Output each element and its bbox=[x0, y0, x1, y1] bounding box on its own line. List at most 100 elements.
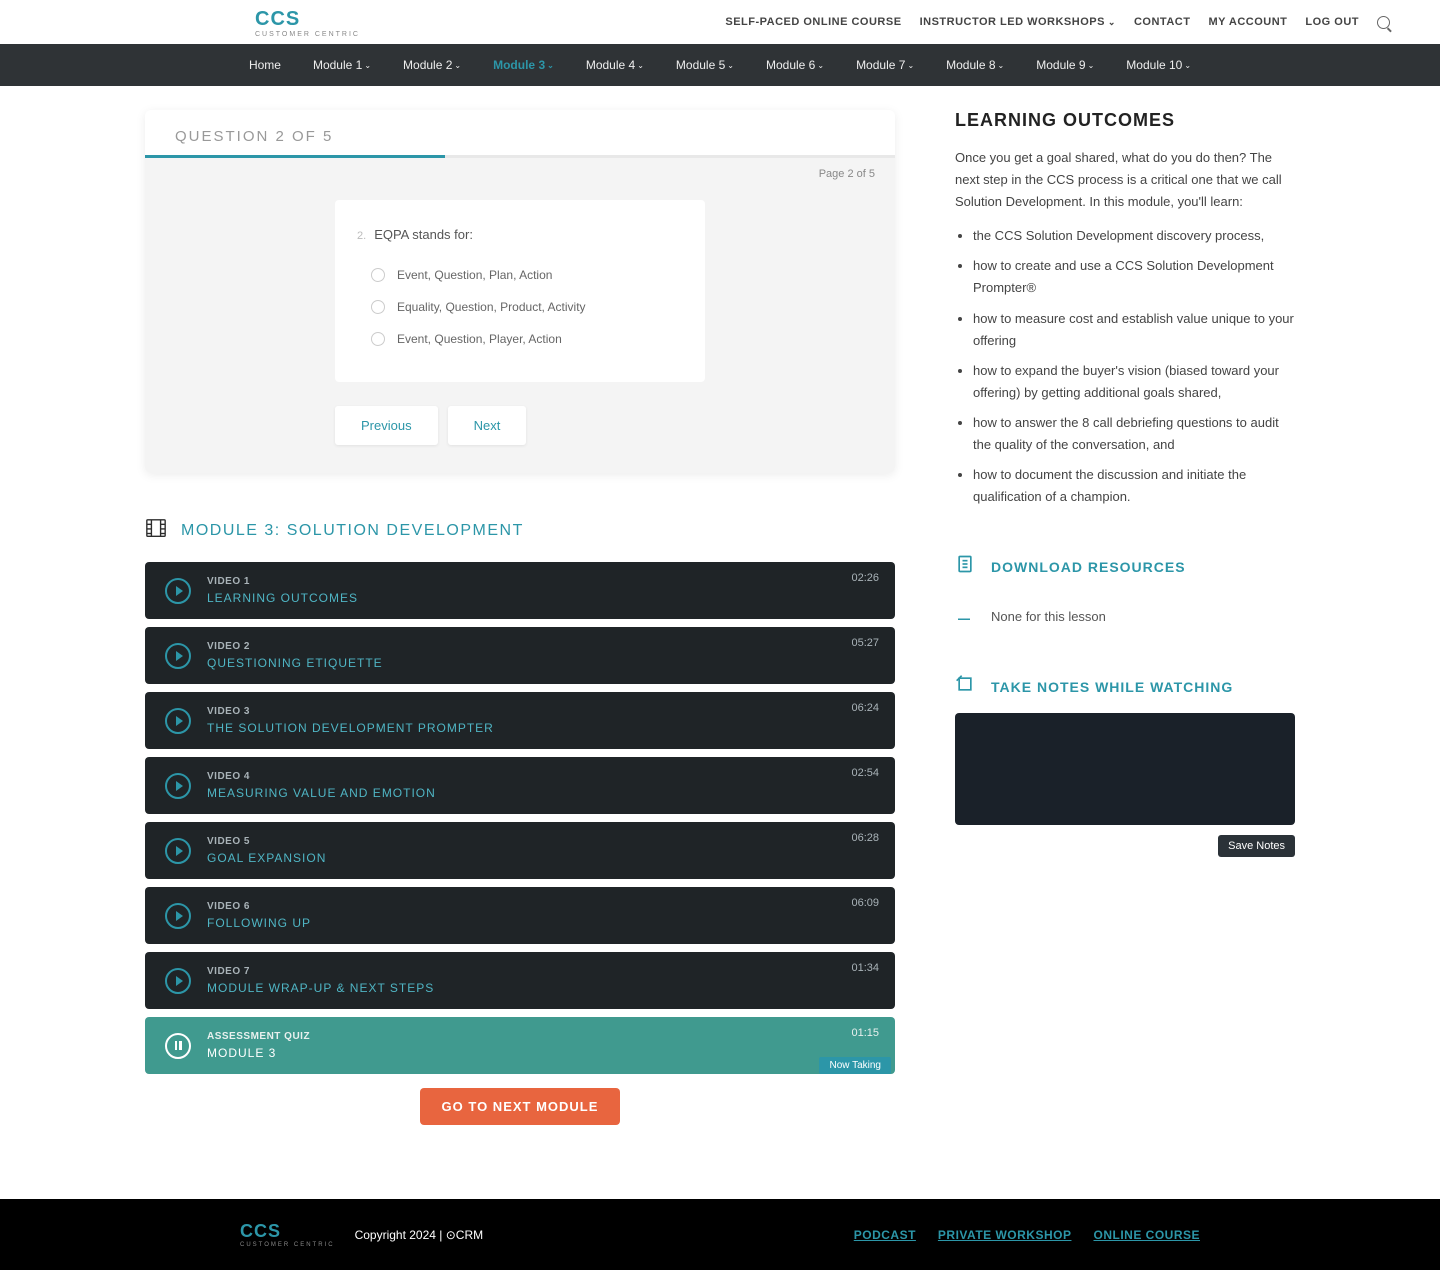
document-icon bbox=[955, 554, 975, 579]
option-1[interactable]: Event, Question, Plan, Action bbox=[371, 268, 683, 282]
module-nav-1[interactable]: Module 1⌄ bbox=[313, 58, 371, 72]
option-2[interactable]: Equality, Question, Product, Activity bbox=[371, 300, 683, 314]
video-time: 06:24 bbox=[851, 702, 879, 714]
module-title: MODULE 3: SOLUTION DEVELOPMENT bbox=[181, 522, 524, 540]
play-icon bbox=[165, 903, 191, 929]
outcome-item: how to document the discussion and initi… bbox=[973, 464, 1295, 508]
play-icon bbox=[165, 838, 191, 864]
chevron-down-icon: ⌄ bbox=[547, 61, 554, 70]
footer: CCS CUSTOMER CENTRIC Copyright 2024 | ⊙C… bbox=[0, 1199, 1440, 1270]
video-time: 02:26 bbox=[851, 572, 879, 584]
video-name: THE SOLUTION DEVELOPMENT PROMPTER bbox=[207, 721, 875, 735]
play-icon bbox=[165, 578, 191, 604]
next-module-button[interactable]: GO TO NEXT MODULE bbox=[420, 1088, 621, 1125]
video-name: LEARNING OUTCOMES bbox=[207, 591, 875, 605]
video-item-4[interactable]: VIDEO 4 MEASURING VALUE AND EMOTION 02:54 bbox=[145, 757, 895, 814]
previous-button[interactable]: Previous bbox=[335, 406, 438, 445]
video-time: 02:54 bbox=[851, 767, 879, 779]
logo[interactable]: CCS CUSTOMER CENTRIC bbox=[255, 8, 360, 38]
footer-podcast-link[interactable]: PODCAST bbox=[854, 1228, 916, 1242]
quiz-card: QUESTION 2 OF 5 Page 2 of 5 2.EQPA stand… bbox=[145, 110, 895, 473]
module-nav: Home Module 1⌄ Module 2⌄ Module 3⌄ Modul… bbox=[0, 44, 1440, 86]
chevron-down-icon: ⌄ bbox=[1184, 61, 1191, 70]
chevron-down-icon: ⌄ bbox=[454, 61, 461, 70]
play-icon bbox=[165, 708, 191, 734]
outcomes-intro: Once you get a goal shared, what do you … bbox=[955, 147, 1295, 213]
video-label: VIDEO 4 bbox=[207, 771, 875, 782]
next-button[interactable]: Next bbox=[448, 406, 527, 445]
video-item-7[interactable]: VIDEO 7 MODULE WRAP-UP & NEXT STEPS 01:34 bbox=[145, 952, 895, 1009]
radio-icon bbox=[371, 332, 385, 346]
video-label: VIDEO 3 bbox=[207, 706, 875, 717]
chevron-down-icon: ⌄ bbox=[907, 61, 914, 70]
question-text: EQPA stands for: bbox=[374, 227, 473, 242]
logo-main: CCS bbox=[255, 8, 300, 30]
module-nav-6[interactable]: Module 6⌄ bbox=[766, 58, 824, 72]
chevron-down-icon: ⌄ bbox=[364, 61, 371, 70]
video-label: VIDEO 2 bbox=[207, 641, 875, 652]
now-taking-badge: Now Taking bbox=[819, 1057, 891, 1074]
chevron-down-icon: ⌄ bbox=[998, 61, 1005, 70]
video-item-3[interactable]: VIDEO 3 THE SOLUTION DEVELOPMENT PROMPTER… bbox=[145, 692, 895, 749]
video-time: 01:34 bbox=[851, 962, 879, 974]
video-label: VIDEO 5 bbox=[207, 836, 875, 847]
nav-logout[interactable]: LOG OUT bbox=[1305, 16, 1359, 28]
video-time: 05:27 bbox=[851, 637, 879, 649]
notes-icon bbox=[955, 674, 975, 699]
chevron-down-icon: ⌄ bbox=[817, 61, 824, 70]
nav-contact[interactable]: CONTACT bbox=[1134, 16, 1190, 28]
module-nav-5[interactable]: Module 5⌄ bbox=[676, 58, 734, 72]
module-nav-10[interactable]: Module 10⌄ bbox=[1126, 58, 1191, 72]
outcome-item: how to measure cost and establish value … bbox=[973, 308, 1295, 352]
page-info: Page 2 of 5 bbox=[145, 168, 895, 180]
module-nav-4[interactable]: Module 4⌄ bbox=[586, 58, 644, 72]
video-item-2[interactable]: VIDEO 2 QUESTIONING ETIQUETTE 05:27 bbox=[145, 627, 895, 684]
notes-textarea[interactable] bbox=[955, 713, 1295, 825]
save-notes-button[interactable]: Save Notes bbox=[1218, 835, 1295, 857]
footer-workshop-link[interactable]: PRIVATE WORKSHOP bbox=[938, 1228, 1072, 1242]
notes-label: TAKE NOTES WHILE WATCHING bbox=[991, 679, 1233, 695]
video-name: MODULE 3 bbox=[207, 1046, 875, 1060]
video-item-1[interactable]: VIDEO 1LEARNING OUTCOMES02:26 bbox=[145, 562, 895, 619]
assessment-quiz-item[interactable]: ASSESSMENT QUIZ MODULE 3 01:15 Now Takin… bbox=[145, 1017, 895, 1074]
logo-sub: CUSTOMER CENTRIC bbox=[255, 31, 360, 38]
outcome-item: how to create and use a CCS Solution Dev… bbox=[973, 255, 1295, 299]
nav-account[interactable]: MY ACCOUNT bbox=[1208, 16, 1287, 28]
video-name: GOAL EXPANSION bbox=[207, 851, 875, 865]
nav-workshops[interactable]: INSTRUCTOR LED WORKSHOPS⌄ bbox=[920, 16, 1116, 28]
module-nav-home[interactable]: Home bbox=[249, 58, 281, 72]
video-name: QUESTIONING ETIQUETTE bbox=[207, 656, 875, 670]
outcomes-list: the CCS Solution Development discovery p… bbox=[955, 225, 1295, 508]
chevron-down-icon: ⌄ bbox=[637, 61, 644, 70]
outcome-item: how to expand the buyer's vision (biased… bbox=[973, 360, 1295, 404]
download-resources-label[interactable]: DOWNLOAD RESOURCES bbox=[991, 559, 1186, 575]
download-icon bbox=[955, 605, 975, 628]
search-icon[interactable] bbox=[1377, 16, 1390, 29]
option-3[interactable]: Event, Question, Player, Action bbox=[371, 332, 683, 346]
video-name: MEASURING VALUE AND EMOTION bbox=[207, 786, 875, 800]
video-item-5[interactable]: VIDEO 5 GOAL EXPANSION 06:28 bbox=[145, 822, 895, 879]
nav-self-paced[interactable]: SELF-PACED ONLINE COURSE bbox=[725, 16, 901, 28]
video-label: ASSESSMENT QUIZ bbox=[207, 1031, 875, 1042]
module-nav-9[interactable]: Module 9⌄ bbox=[1036, 58, 1094, 72]
video-name: MODULE WRAP-UP & NEXT STEPS bbox=[207, 981, 875, 995]
video-label: VIDEO 6 bbox=[207, 901, 875, 912]
video-time: 06:09 bbox=[851, 897, 879, 909]
play-icon bbox=[165, 773, 191, 799]
radio-icon bbox=[371, 300, 385, 314]
play-icon bbox=[165, 643, 191, 669]
module-nav-2[interactable]: Module 2⌄ bbox=[403, 58, 461, 72]
footer-logo[interactable]: CCS CUSTOMER CENTRIC bbox=[240, 1221, 335, 1248]
radio-icon bbox=[371, 268, 385, 282]
module-nav-7[interactable]: Module 7⌄ bbox=[856, 58, 914, 72]
module-nav-3[interactable]: Module 3⌄ bbox=[493, 58, 554, 72]
resources-none-text: None for this lesson bbox=[991, 609, 1106, 624]
video-time: 06:28 bbox=[851, 832, 879, 844]
outcome-item: the CCS Solution Development discovery p… bbox=[973, 225, 1295, 247]
module-nav-8[interactable]: Module 8⌄ bbox=[946, 58, 1004, 72]
footer-course-link[interactable]: ONLINE COURSE bbox=[1093, 1228, 1200, 1242]
video-item-6[interactable]: VIDEO 6 FOLLOWING UP 06:09 bbox=[145, 887, 895, 944]
question-number: 2. bbox=[357, 230, 366, 242]
video-label: VIDEO 7 bbox=[207, 966, 875, 977]
video-name: FOLLOWING UP bbox=[207, 916, 875, 930]
